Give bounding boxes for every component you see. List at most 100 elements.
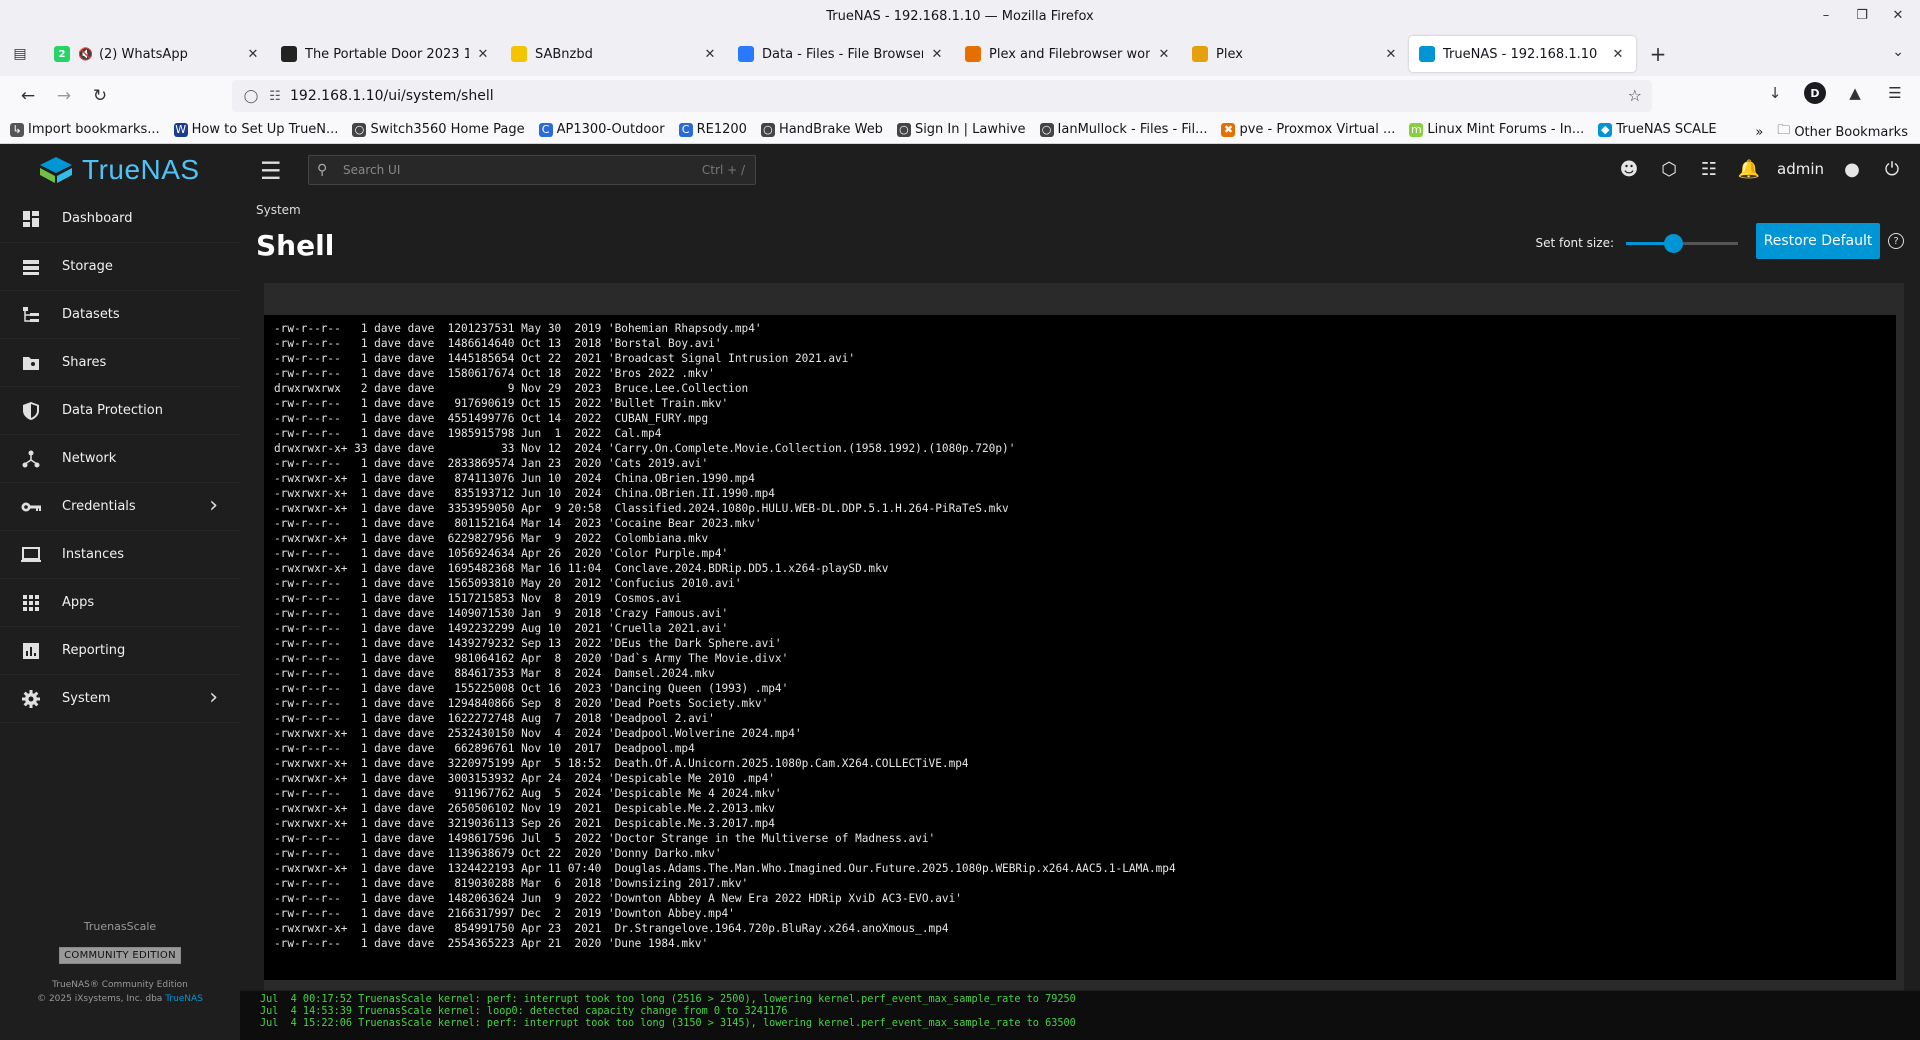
browser-tab[interactable]: TrueNAS - 192.168.1.10 ✕ [1409, 36, 1636, 72]
bookmark-item[interactable]: C AP1300-Outdoor [538, 122, 665, 137]
bookmark-item[interactable]: ◆ TrueNAS SCALE [1598, 122, 1717, 137]
terminal-line: -rw-r--r-- 1 dave dave 1439279232 Sep 13… [274, 637, 782, 650]
browser-tab[interactable]: Data - Files - File Browser ✕ [728, 36, 955, 72]
extensions-icon[interactable]: ▲ [1844, 82, 1866, 104]
bookmark-item[interactable]: ○ HandBrake Web [760, 122, 883, 137]
forward-icon[interactable]: → [48, 80, 80, 112]
bookmark-item[interactable]: ○ IanMullock - Files - Fil... [1039, 122, 1207, 137]
close-tab-icon[interactable]: ✕ [1610, 47, 1626, 62]
truenas-icon [1419, 46, 1435, 62]
tracking-shield-icon[interactable]: ◯ [242, 89, 260, 104]
search-icon: ⚲ [317, 162, 328, 178]
tab-label: (2) WhatsApp [98, 46, 188, 62]
search-ui-input[interactable]: ⚲ Search UI Ctrl + / [308, 155, 756, 185]
downloads-icon[interactable]: ↓ [1764, 82, 1786, 104]
terminal-line: -rwxrwxr-x+ 1 dave dave 3220975199 Apr 5… [274, 757, 969, 770]
list-all-tabs-icon[interactable]: ⌄ [1892, 44, 1904, 60]
terminal-line: -rw-r--r-- 1 dave dave 1498617596 Jul 5 … [274, 832, 936, 845]
cloud-icon: C [678, 122, 693, 137]
shares-icon [20, 352, 42, 374]
account-icon[interactable]: ● [1840, 157, 1864, 181]
import-icon: ↳ [10, 122, 24, 137]
bookmark-item[interactable]: W How to Set Up TrueN... [173, 122, 338, 137]
minimize-icon[interactable]: – [1816, 5, 1836, 25]
bell-icon[interactable]: 🔔 [1737, 157, 1761, 181]
font-size-slider[interactable] [1626, 233, 1738, 253]
terminal-line: -rwxrwxr-x+ 1 dave dave 1324422193 Apr 1… [274, 862, 1176, 875]
bookmark-item[interactable]: ○ Sign In | Lawhive [896, 122, 1026, 137]
menu-icon[interactable]: ☰ [1884, 82, 1906, 104]
bookmark-item[interactable]: C RE1200 [678, 122, 747, 137]
firefox-view-icon[interactable]: ▤ [8, 42, 32, 66]
terminal-line: -rw-r--r-- 1 dave dave 801152164 Mar 14 … [274, 517, 762, 530]
hamburger-menu-icon[interactable]: ☰ [260, 157, 282, 185]
profile-icon[interactable]: D [1804, 82, 1826, 104]
sidebar-item-dashboard[interactable]: Dashboard [0, 195, 240, 243]
close-tab-icon[interactable]: ✕ [475, 47, 491, 62]
close-tab-icon[interactable]: ✕ [702, 47, 718, 62]
tab-label: Data - Files - File Browser [762, 46, 923, 62]
bookmark-star-icon[interactable]: ☆ [1628, 86, 1642, 105]
bookmark-item[interactable]: ✖ pve - Proxmox Virtual ... [1221, 122, 1395, 137]
bookmark-item[interactable]: m Linux Mint Forums - In... [1409, 122, 1584, 137]
bookmark-item[interactable]: ↳ Import bookmarks... [10, 122, 160, 137]
power-icon[interactable]: ⏻ [1880, 157, 1904, 181]
bookmark-label: Switch3560 Home Page [370, 122, 525, 137]
globe-icon: ○ [1039, 122, 1054, 137]
terminal-line: -rw-r--r-- 1 dave dave 1409071530 Jan 9 … [274, 607, 729, 620]
user-name[interactable]: admin [1777, 160, 1824, 178]
font-size-control: Set font size: [1535, 233, 1738, 253]
sidebar-item-instances[interactable]: Instances [0, 531, 240, 579]
maximize-icon[interactable]: ❐ [1852, 5, 1872, 25]
new-tab-button[interactable]: + [1644, 40, 1672, 68]
help-icon[interactable]: ? [1888, 233, 1904, 249]
back-icon[interactable]: ← [12, 80, 44, 112]
sidebar-item-network[interactable]: Network [0, 435, 240, 483]
browser-tab[interactable]: The Portable Door 2023 108 ✕ [271, 36, 501, 72]
sidebar-item-storage[interactable]: Storage [0, 243, 240, 291]
bookmarks-list: ↳ Import bookmarks... W How to Set Up TrueN… [10, 122, 1731, 137]
browser-tab-bar: ▤ 2 🔇 (2) WhatsApp ✕ The Portable Door 2023 … [0, 32, 1920, 76]
browser-tab[interactable]: Plex ✕ [1182, 36, 1409, 72]
truecommand-icon[interactable]: ⬡ [1657, 157, 1681, 181]
close-tab-icon[interactable]: ✕ [929, 47, 945, 62]
laptop-icon [20, 544, 42, 566]
truenas-logo[interactable]: TrueNAS [0, 145, 240, 195]
url-text[interactable]: 192.168.1.10/ui/system/shell [290, 88, 494, 104]
reload-icon[interactable]: ↻ [84, 80, 116, 112]
close-window-icon[interactable]: ✕ [1888, 5, 1908, 25]
close-tab-icon[interactable]: ✕ [1156, 47, 1172, 62]
dashboard-icon [20, 208, 42, 230]
restore-default-button[interactable]: Restore Default [1756, 223, 1880, 259]
cloud-icon: C [538, 122, 553, 137]
terminal-line: -rw-r--r-- 1 dave dave 4551499776 Oct 14… [274, 412, 709, 425]
sidebar-item-data-protection[interactable]: Data Protection [0, 387, 240, 435]
url-bar[interactable]: ◯ ☷ 192.168.1.10/ui/system/shell ☆ [232, 80, 1652, 112]
slider-thumb[interactable] [1664, 234, 1684, 253]
console-messages[interactable]: Jul 4 00:17:52 TruenasScale kernel: perf… [240, 991, 1920, 1040]
browser-tab[interactable]: Plex and Filebrowser wont d ✕ [955, 36, 1182, 72]
sidebar-item-apps[interactable]: Apps [0, 579, 240, 627]
close-tab-icon[interactable]: ✕ [1383, 47, 1399, 62]
terminal-line: -rwxrwxr-x+ 1 dave dave 3353959050 Apr 9… [274, 502, 1009, 515]
other-bookmarks[interactable]: 🗀 Other Bookmarks [1777, 121, 1908, 143]
sidebar-item-datasets[interactable]: Datasets [0, 291, 240, 339]
terminal[interactable]: -rw-r--r-- 1 dave dave 1201237531 May 30… [264, 315, 1896, 980]
breadcrumb[interactable]: System [256, 203, 301, 217]
close-tab-icon[interactable]: ✕ [245, 47, 261, 62]
sidebar-item-reporting[interactable]: Reporting [0, 627, 240, 675]
sidebar-item-system[interactable]: System › [0, 675, 240, 723]
browser-tab[interactable]: 2 🔇 (2) WhatsApp ✕ [44, 36, 271, 72]
sidebar-item-shares[interactable]: Shares [0, 339, 240, 387]
bookmark-item[interactable]: ○ Switch3560 Home Page [352, 122, 525, 137]
more-bookmarks-icon[interactable]: » [1755, 125, 1763, 140]
muted-speaker-icon[interactable]: 🔇 [78, 47, 93, 61]
jobs-icon[interactable]: ☷ [1697, 157, 1721, 181]
site-info-icon[interactable]: ☷ [266, 89, 284, 104]
sidebar-item-credentials[interactable]: Credentials › [0, 483, 240, 531]
truenas-link[interactable]: TrueNAS [165, 994, 203, 1004]
terminal-line: -rw-r--r-- 1 dave dave 1985915798 Jun 1 … [274, 427, 662, 440]
feedback-icon[interactable]: ☻ [1617, 157, 1641, 181]
browser-tab[interactable]: SABnzbd ✕ [501, 36, 728, 72]
search-placeholder: Search UI [343, 163, 401, 177]
